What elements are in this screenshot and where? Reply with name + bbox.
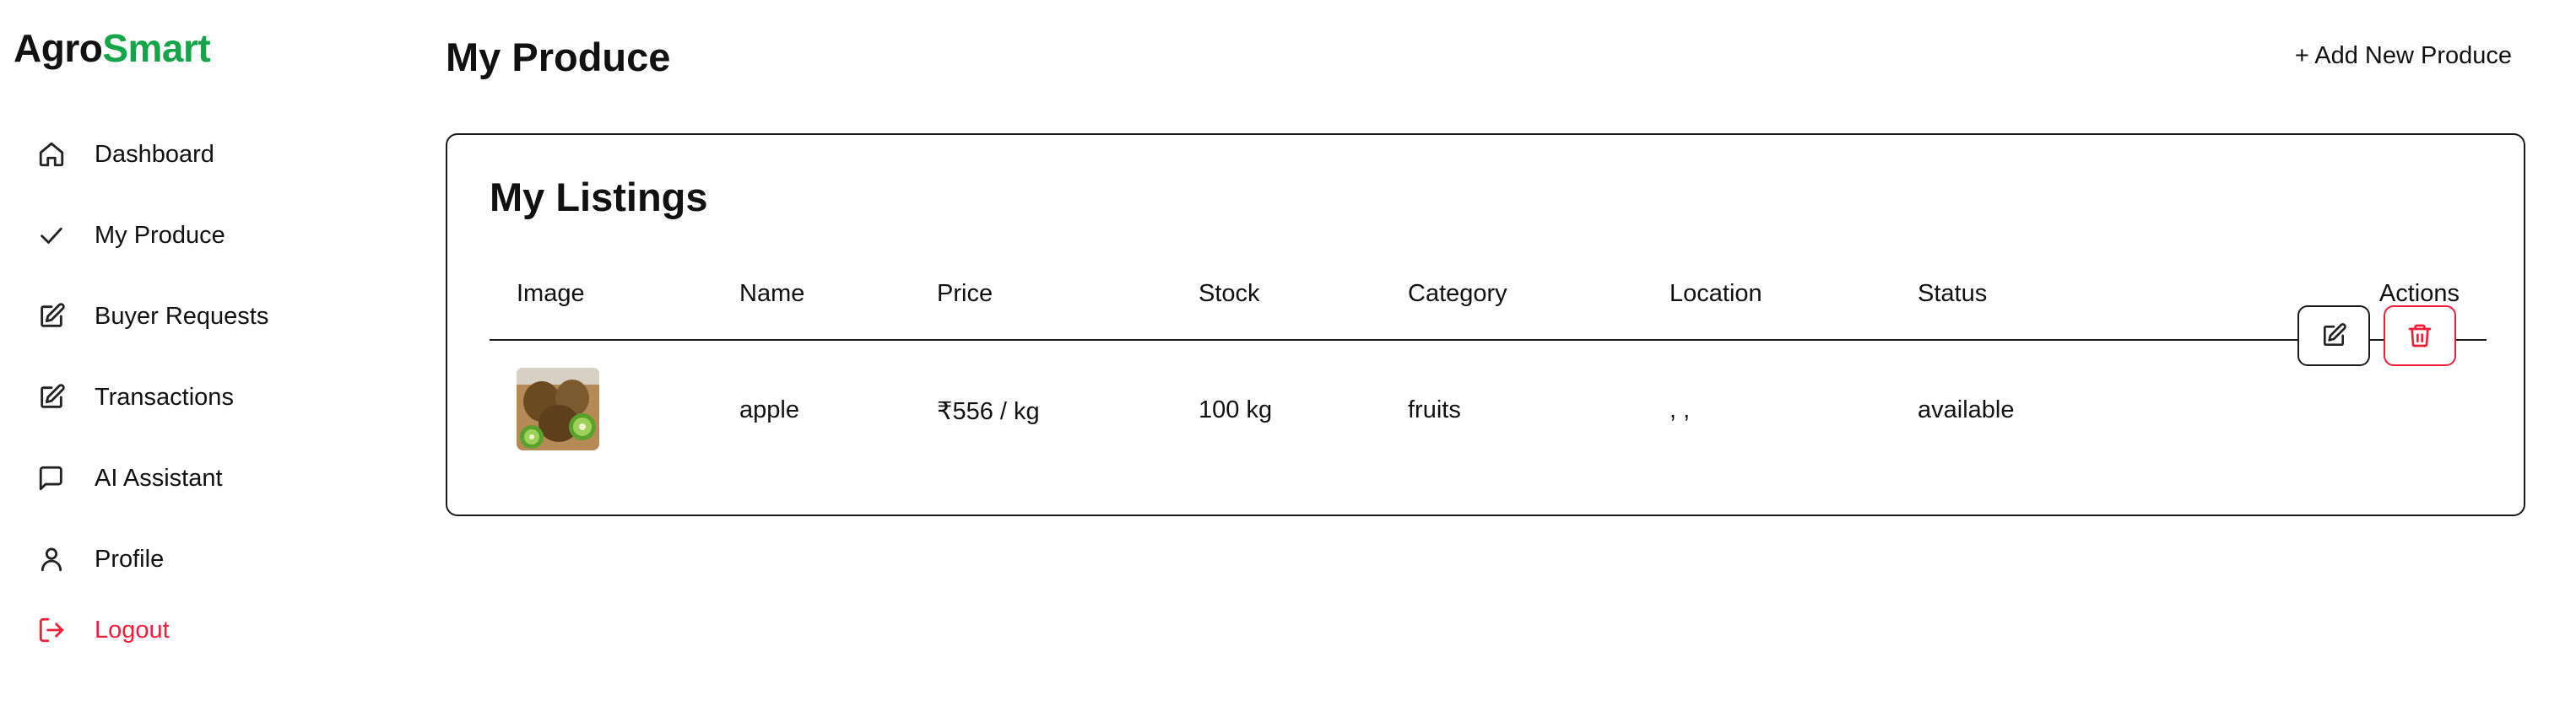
cell-name: apple bbox=[739, 396, 799, 423]
sidebar-item-dashboard[interactable]: Dashboard bbox=[37, 133, 392, 175]
sidebar-item-buyer-requests[interactable]: Buyer Requests bbox=[37, 295, 392, 337]
edit-icon bbox=[2324, 323, 2346, 346]
sidebar-item-ai-assistant[interactable]: AI Assistant bbox=[37, 457, 392, 499]
page-title: My Produce bbox=[446, 35, 671, 79]
table-row: apple ₹556 / kg 100 kg fruits , , availa… bbox=[490, 342, 2487, 486]
delete-button[interactable] bbox=[2384, 305, 2456, 366]
sidebar-item-label: Profile bbox=[95, 545, 165, 573]
column-header-name: Name bbox=[739, 280, 805, 307]
sidebar-nav: Dashboard My Produce Buyer Requests Tran… bbox=[37, 133, 392, 644]
column-header-category: Category bbox=[1408, 280, 1507, 307]
sidebar-item-my-produce[interactable]: My Produce bbox=[37, 214, 392, 256]
logo-text-smart: Smart bbox=[102, 26, 211, 70]
cell-price: ₹556 / kg bbox=[937, 398, 1040, 425]
logout-icon bbox=[39, 617, 64, 643]
message-icon bbox=[39, 466, 62, 491]
sidebar-item-transactions[interactable]: Transactions bbox=[37, 376, 392, 418]
sidebar-item-label: Buyer Requests bbox=[95, 302, 269, 330]
check-icon bbox=[41, 227, 62, 244]
column-header-price: Price bbox=[937, 280, 993, 307]
produce-thumbnail bbox=[517, 368, 599, 450]
column-header-status: Status bbox=[1918, 280, 1988, 307]
table-header: Image Name Price Stock Category Location… bbox=[490, 268, 2487, 341]
kiwi-image bbox=[517, 368, 599, 450]
home-icon bbox=[39, 142, 64, 167]
cell-stock: 100 kg bbox=[1199, 396, 1273, 423]
app-logo[interactable]: AgroSmart bbox=[14, 25, 211, 71]
logo-text-agro: Agro bbox=[14, 26, 103, 70]
edit-button[interactable] bbox=[2297, 305, 2370, 366]
column-header-actions: Actions bbox=[2378, 280, 2460, 307]
sidebar-item-label: AI Assistant bbox=[95, 464, 223, 492]
trash-icon bbox=[2408, 324, 2432, 348]
listings-title: My Listings bbox=[490, 175, 708, 219]
sidebar-item-logout[interactable]: Logout bbox=[37, 609, 170, 651]
listings-card: My Listings Image Name Price Stock Categ… bbox=[446, 133, 2525, 516]
cell-status: available bbox=[1918, 396, 2015, 423]
sidebar: AgroSmart Dashboard My Produce Buyer Req… bbox=[0, 0, 405, 722]
sidebar-item-label: Transactions bbox=[95, 383, 234, 411]
cell-location: , , bbox=[1670, 396, 1691, 423]
add-new-produce-button[interactable]: + Add New Produce bbox=[2295, 42, 2512, 70]
sidebar-item-label: My Produce bbox=[95, 221, 225, 249]
column-header-stock: Stock bbox=[1199, 280, 1260, 307]
user-icon bbox=[41, 547, 62, 572]
column-header-image: Image bbox=[517, 280, 585, 307]
cell-category: fruits bbox=[1408, 396, 1461, 423]
logout-label: Logout bbox=[95, 616, 170, 644]
edit-icon bbox=[41, 303, 65, 327]
edit-icon bbox=[41, 384, 65, 408]
sidebar-item-label: Dashboard bbox=[95, 140, 214, 168]
sidebar-item-profile[interactable]: Profile bbox=[37, 538, 392, 580]
column-header-location: Location bbox=[1670, 280, 1762, 307]
